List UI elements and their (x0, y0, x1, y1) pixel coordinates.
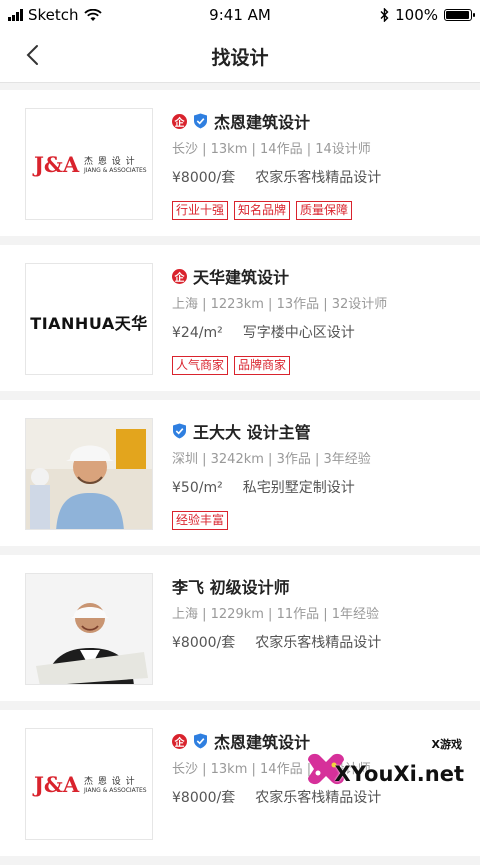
enterprise-badge-icon: 企 (172, 268, 187, 284)
company-name: 杰恩建筑设计 (214, 733, 311, 752)
list-item[interactable]: 王大大 设计主管 深圳 | 3242km | 3作品 | 3年经验 ¥50/m²… (0, 400, 480, 546)
logo-mark: J&A (34, 152, 80, 177)
designer-photo (25, 573, 153, 685)
architect-woman-photo (26, 574, 152, 684)
price: ¥24/m² (172, 325, 223, 341)
meta-info: 长沙 | 13km | 14作品 | 14设计师 (172, 762, 371, 777)
page-title: 找设计 (211, 47, 269, 69)
verified-shield-icon (173, 423, 186, 439)
enterprise-badge-icon: 企 (172, 113, 187, 129)
tag: 知名品牌 (234, 201, 291, 220)
logo-cn-text: 杰 恩 设 计 (84, 157, 136, 167)
list-item[interactable]: 李飞 初级设计师 上海 | 1229km | 11作品 | 1年经验 ¥8000… (0, 555, 480, 701)
designer-list: J&A 杰 恩 设 计 JIANG & ASSOCIATES 企 杰恩建筑设计 … (0, 90, 480, 865)
tag: 质量保障 (296, 201, 353, 220)
price: ¥50/m² (172, 480, 223, 496)
logo-cn-text: 杰 恩 设 计 (84, 777, 136, 787)
service-description: 农家乐客栈精品设计 (255, 170, 382, 186)
logo-en-text: JIANG & ASSOCIATES (84, 787, 147, 794)
navigation-bar: 找设计 (0, 30, 480, 83)
designer-photo (25, 418, 153, 530)
service-description: 私宅别墅定制设计 (242, 480, 355, 496)
company-name: 杰恩建筑设计 (214, 113, 311, 132)
logo-en-text: JIANG & ASSOCIATES (84, 167, 147, 174)
enterprise-badge-icon: 企 (172, 733, 187, 749)
battery-icon (444, 9, 475, 21)
designer-name: 王大大 设计主管 (193, 423, 311, 442)
battery-percent: 100% (395, 6, 438, 24)
logo-mark: J&A (34, 772, 80, 797)
list-item[interactable]: J&A 杰 恩 设 计 JIANG & ASSOCIATES 企 杰恩建筑设计 … (0, 90, 480, 236)
company-name: 天华建筑设计 (193, 268, 290, 287)
status-bar: Sketch 9:41 AM 100% (0, 0, 480, 30)
service-description: 写字楼中心区设计 (242, 325, 355, 341)
verified-shield-icon (194, 113, 207, 129)
price: ¥8000/套 (172, 635, 236, 651)
tag: 人气商家 (172, 356, 229, 375)
designer-name: 李飞 初级设计师 (172, 578, 290, 597)
meta-info: 上海 | 1229km | 11作品 | 1年经验 (172, 607, 380, 622)
tag: 经验丰富 (172, 511, 229, 530)
meta-info: 上海 | 1223km | 13作品 | 32设计师 (172, 297, 388, 312)
list-item[interactable]: J&A 杰 恩 设 计 JIANG & ASSOCIATES 企 杰恩建筑设计 … (0, 710, 480, 856)
meta-info: 长沙 | 13km | 14作品 | 14设计师 (172, 142, 371, 157)
bluetooth-icon (380, 8, 389, 22)
meta-info: 深圳 | 3242km | 3作品 | 3年经验 (172, 452, 371, 467)
company-logo: TIANHUA天华 (25, 263, 153, 375)
tag: 品牌商家 (234, 356, 291, 375)
price: ¥8000/套 (172, 170, 236, 186)
tag: 行业十强 (172, 201, 229, 220)
list-item[interactable]: TIANHUA天华 企 天华建筑设计 上海 | 1223km | 13作品 | … (0, 245, 480, 391)
company-logo: J&A 杰 恩 设 计 JIANG & ASSOCIATES (25, 108, 153, 220)
company-logo: J&A 杰 恩 设 计 JIANG & ASSOCIATES (25, 728, 153, 840)
verified-shield-icon (194, 733, 207, 749)
construction-worker-photo (26, 419, 152, 529)
service-description: 农家乐客栈精品设计 (255, 635, 382, 651)
price: ¥8000/套 (172, 790, 236, 806)
logo-mark: TIANHUA天华 (30, 314, 148, 333)
service-description: 农家乐客栈精品设计 (255, 790, 382, 806)
